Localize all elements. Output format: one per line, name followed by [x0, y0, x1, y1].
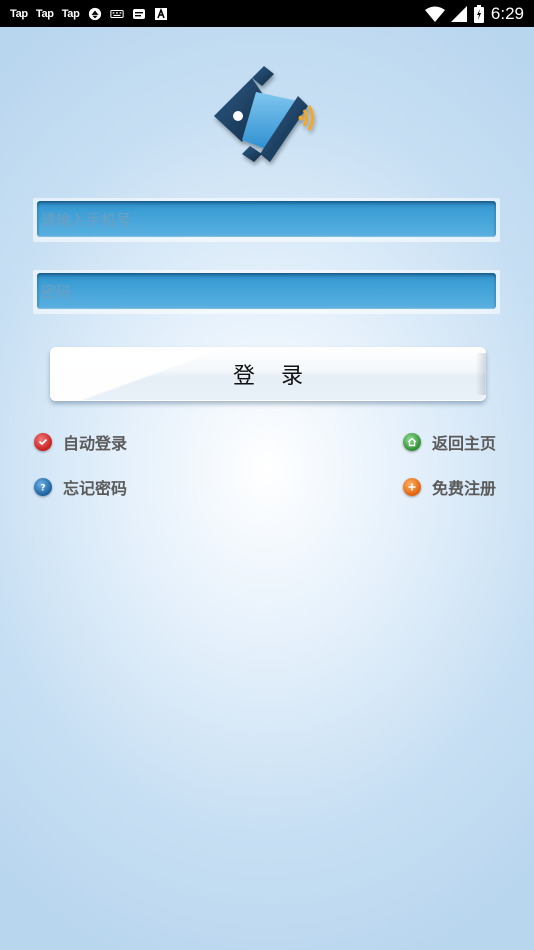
tap-app-label-1: Tap: [10, 7, 28, 20]
message-icon: [132, 7, 146, 21]
status-bar-left: Tap Tap Tap: [10, 7, 168, 21]
wifi-icon: [424, 6, 445, 22]
status-bar-right: 6:29: [424, 3, 524, 24]
auto-login-toggle[interactable]: 自动登录: [34, 430, 127, 454]
battery-icon: [473, 4, 485, 23]
signal-icon: [450, 5, 467, 22]
plus-icon: [403, 478, 421, 496]
question-icon: ?: [34, 478, 52, 496]
phone-field-container: [33, 198, 500, 242]
login-button[interactable]: 登录: [50, 347, 486, 401]
app-logo-icon: [212, 62, 322, 170]
tap-app-label-3: Tap: [61, 7, 80, 20]
login-button-label: 登录: [232, 364, 329, 389]
svg-text:?: ?: [40, 484, 45, 493]
sync-icon: [88, 7, 102, 21]
status-bar: Tap Tap Tap 6:29: [0, 0, 534, 27]
tap-app-label-2: Tap: [35, 7, 54, 20]
forgot-password-label: 忘记密码: [63, 479, 128, 498]
font-icon: [154, 7, 168, 21]
register-label: 免费注册: [432, 479, 497, 498]
check-icon: [34, 433, 52, 451]
password-input[interactable]: [37, 273, 496, 309]
password-field-container: [33, 270, 500, 314]
forgot-password-link[interactable]: ? 忘记密码: [34, 475, 127, 499]
home-icon: [403, 433, 421, 451]
register-link[interactable]: 免费注册: [403, 475, 496, 499]
auto-login-label: 自动登录: [63, 434, 128, 453]
phone-input[interactable]: [37, 201, 496, 237]
back-home-link[interactable]: 返回主页: [403, 430, 496, 454]
back-home-label: 返回主页: [432, 434, 497, 453]
clock: 6:29: [490, 3, 524, 23]
keyboard-icon: [109, 7, 124, 21]
